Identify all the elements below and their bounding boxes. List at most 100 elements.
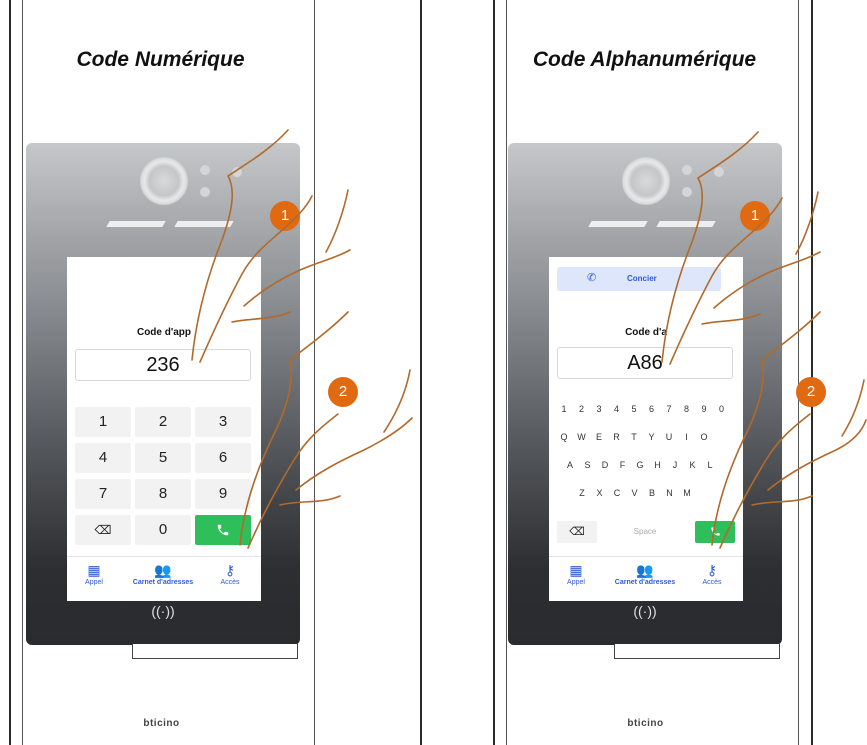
key-v[interactable]: V <box>628 483 642 503</box>
key-1[interactable]: 1 <box>75 407 131 437</box>
key-s[interactable]: S <box>581 455 595 475</box>
key-t[interactable]: T <box>627 427 641 447</box>
space-key[interactable]: Space <box>603 521 687 543</box>
nav-access[interactable]: ⚷ Accès <box>213 561 247 586</box>
nfc-icon: ((·)) <box>633 603 657 619</box>
nav-call[interactable]: ▦ Appel <box>561 561 591 586</box>
key-a[interactable]: A <box>563 455 577 475</box>
key-f[interactable]: F <box>616 455 630 475</box>
step-badge-1: 1 <box>740 201 770 231</box>
step-badge-2: 2 <box>328 377 358 407</box>
key-2[interactable]: 2 <box>575 399 589 419</box>
key-icon: ⚷ <box>706 562 718 578</box>
key-x[interactable]: X <box>593 483 607 503</box>
key-l[interactable]: L <box>703 455 717 475</box>
call-button[interactable] <box>695 521 735 543</box>
key-5[interactable]: 5 <box>627 399 641 419</box>
nfc-icon: ((·)) <box>151 603 175 619</box>
key-3[interactable]: 3 <box>195 407 251 437</box>
key-3[interactable]: 3 <box>592 399 606 419</box>
key-0[interactable]: 0 <box>715 399 729 419</box>
key-y[interactable]: Y <box>645 427 659 447</box>
key-m[interactable]: M <box>680 483 694 503</box>
key-r[interactable]: R <box>610 427 624 447</box>
key-b[interactable]: B <box>645 483 659 503</box>
key-z[interactable]: Z <box>575 483 589 503</box>
code-label: Code d'app <box>136 327 192 338</box>
bottom-nav: ▦ Appel 👥 Carnet d'adresses ⚷ Accès <box>67 556 261 601</box>
key-k[interactable]: K <box>686 455 700 475</box>
device-base <box>132 644 298 659</box>
sensor-dot <box>682 187 692 197</box>
brand-logo: bticino <box>627 718 664 729</box>
key-5[interactable]: 5 <box>135 443 191 473</box>
key-7[interactable]: 7 <box>75 479 131 509</box>
people-icon: 👥 <box>154 562 172 578</box>
touch-screen: ✆ Concier Code d'a A86 1234567890 QWERTYU… <box>549 257 743 601</box>
step-badge-1: 1 <box>270 201 300 231</box>
light-slot <box>106 221 166 227</box>
key-o[interactable]: O <box>697 427 711 447</box>
key-i[interactable]: I <box>680 427 694 447</box>
door-entry-panel: Code d'app 236 1 2 3 4 5 6 7 8 9 ⌫ 0 ▦ A… <box>26 143 300 659</box>
sensor-dot <box>200 165 210 175</box>
frame-line <box>811 0 813 745</box>
concierge-button[interactable]: ✆ Concier <box>557 267 721 291</box>
key-2[interactable]: 2 <box>135 407 191 437</box>
code-input[interactable]: A86 <box>557 347 733 379</box>
key-g[interactable]: G <box>633 455 647 475</box>
nav-directory[interactable]: 👥 Carnet d'adresses <box>605 561 685 586</box>
step-badge-2: 2 <box>796 377 826 407</box>
nav-directory[interactable]: 👥 Carnet d'adresses <box>123 561 203 586</box>
nav-call[interactable]: ▦ Appel <box>79 561 109 586</box>
key-4[interactable]: 4 <box>75 443 131 473</box>
panel-title: Code Alphanumérique <box>532 48 757 71</box>
key-8[interactable]: 8 <box>135 479 191 509</box>
device-base <box>614 644 780 659</box>
sensor-dot <box>682 165 692 175</box>
key-w[interactable]: W <box>575 427 589 447</box>
key-q[interactable]: Q <box>557 427 571 447</box>
key-6[interactable]: 6 <box>645 399 659 419</box>
light-slot <box>174 221 234 227</box>
key-n[interactable]: N <box>663 483 677 503</box>
brand-logo: bticino <box>143 718 180 729</box>
sensor-dot <box>232 167 242 177</box>
numeric-code-panel: Code Numérique Code d'app 236 1 2 3 4 5 … <box>0 0 433 745</box>
call-button[interactable] <box>195 515 251 545</box>
code-label: Code d'a <box>625 327 667 338</box>
key-0[interactable]: 0 <box>135 515 191 545</box>
touch-screen: Code d'app 236 1 2 3 4 5 6 7 8 9 ⌫ 0 ▦ A… <box>67 257 261 601</box>
key-4[interactable]: 4 <box>610 399 624 419</box>
key-h[interactable]: H <box>651 455 665 475</box>
nav-access[interactable]: ⚷ Accès <box>695 561 729 586</box>
key-7[interactable]: 7 <box>662 399 676 419</box>
frame-line <box>798 0 799 745</box>
key-9[interactable]: 9 <box>697 399 711 419</box>
sensor-dot <box>200 187 210 197</box>
key-6[interactable]: 6 <box>195 443 251 473</box>
key-8[interactable]: 8 <box>680 399 694 419</box>
people-icon: 👥 <box>636 562 654 578</box>
backspace-icon[interactable]: ⌫ <box>75 515 131 545</box>
frame-line <box>493 0 495 745</box>
bottom-nav: ▦ Appel 👥 Carnet d'adresses ⚷ Accès <box>549 556 743 601</box>
phone-icon <box>217 524 229 536</box>
key-e[interactable]: E <box>592 427 606 447</box>
phone-icon <box>710 527 720 536</box>
light-slot <box>588 221 648 227</box>
key-c[interactable]: C <box>610 483 624 503</box>
key-1[interactable]: 1 <box>557 399 571 419</box>
backspace-icon[interactable]: ⌫ <box>557 521 597 543</box>
key-icon: ⚷ <box>224 562 236 578</box>
key-d[interactable]: D <box>598 455 612 475</box>
key-u[interactable]: U <box>662 427 676 447</box>
frame-line <box>314 0 315 745</box>
light-slot <box>656 221 716 227</box>
key-9[interactable]: 9 <box>195 479 251 509</box>
keypad-grid-icon: ▦ <box>569 562 583 578</box>
camera-lens <box>140 157 188 205</box>
frame-line <box>22 0 23 745</box>
key-j[interactable]: J <box>668 455 682 475</box>
code-input[interactable]: 236 <box>75 349 251 381</box>
